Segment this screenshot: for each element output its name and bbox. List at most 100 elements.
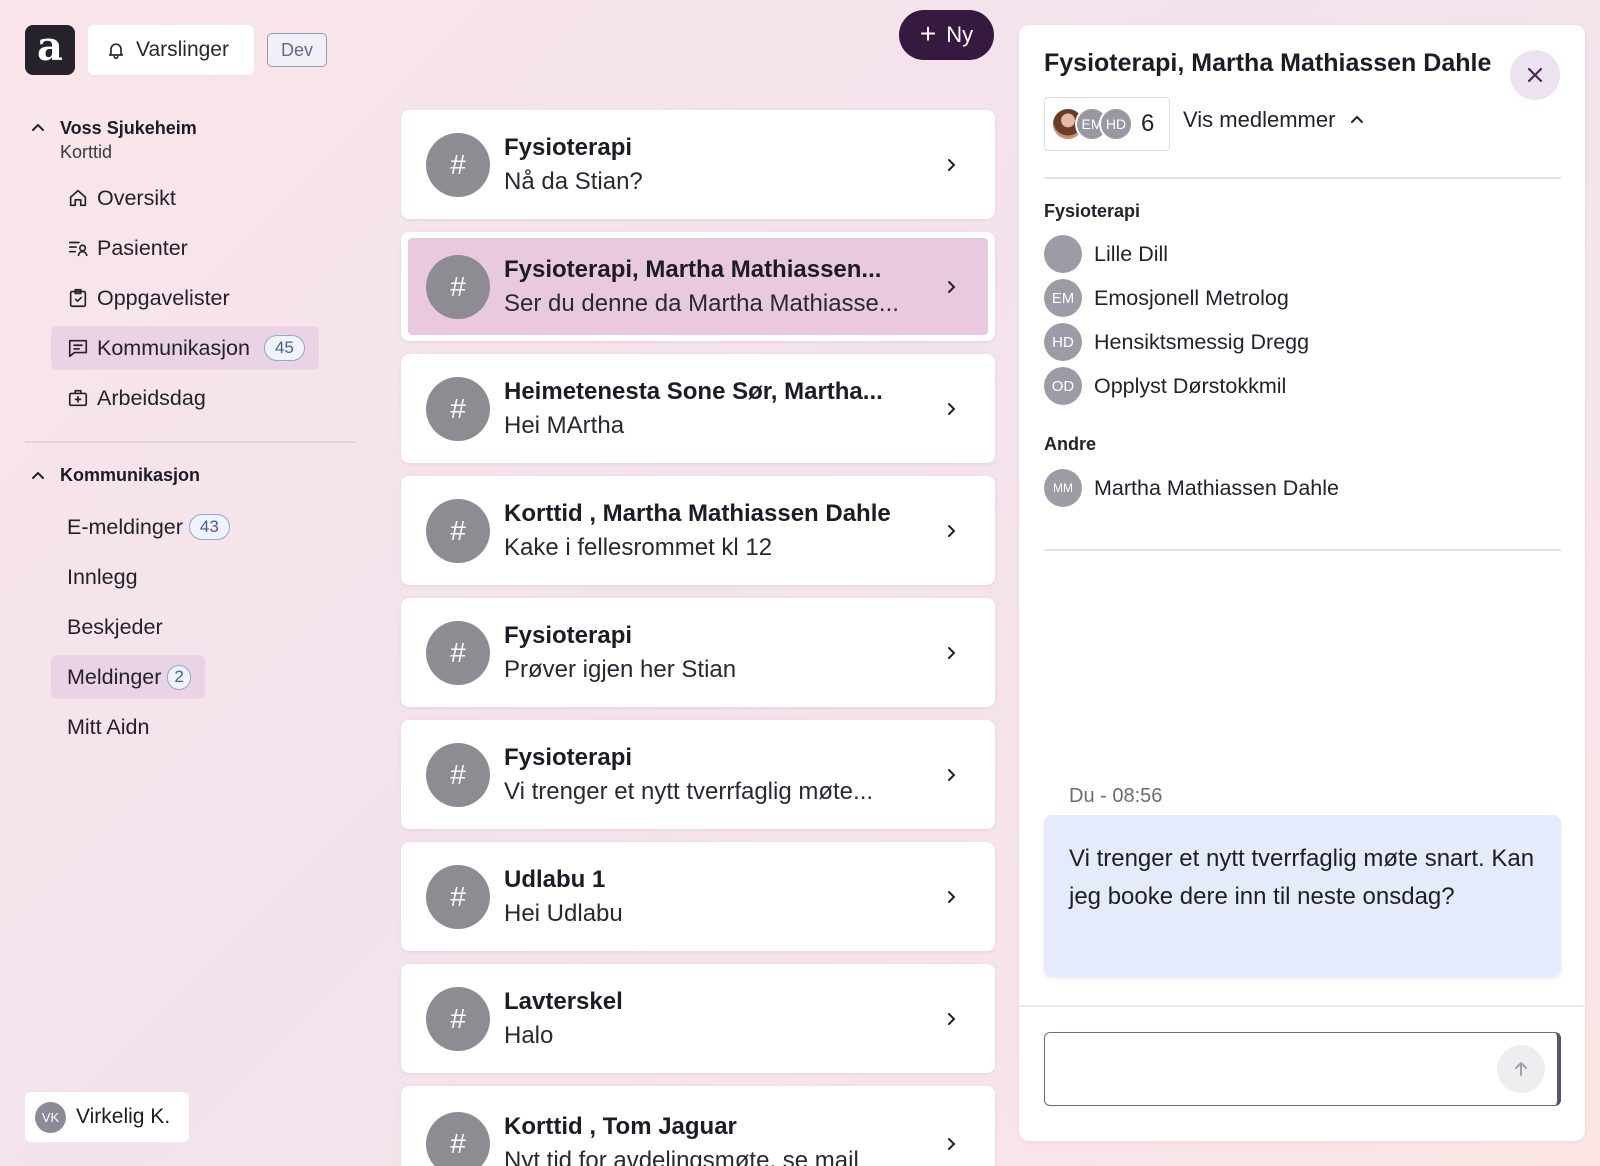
divider (1044, 549, 1561, 551)
sub-item-innlegg[interactable]: Innlegg (51, 555, 152, 599)
channel-hash-icon: # (426, 132, 490, 197)
channel-hash-icon: # (426, 254, 490, 319)
nav-item-label: Oppgavelister (97, 285, 230, 310)
nav-item-kommunikasjon[interactable]: Kommunikasjon 45 (51, 326, 319, 370)
avatar (1044, 235, 1082, 273)
member-group-label: Andre (1044, 434, 1097, 454)
avatar: HD (1044, 323, 1082, 361)
conversation-item[interactable]: # Fysioterapi Vi trenger et nytt tverrfa… (401, 720, 995, 829)
conversation-item[interactable]: # Fysioterapi Prøver igjen her Stian (401, 598, 995, 707)
send-button[interactable] (1497, 1045, 1545, 1093)
sub-item-label: Beskjeder (67, 614, 163, 639)
chevron-right-icon (948, 1012, 956, 1025)
conversation-item[interactable]: # Lavterskel Halo (401, 964, 995, 1073)
channel-hash-icon: # (426, 864, 490, 929)
avatar: OD (1044, 367, 1082, 405)
divider (1044, 177, 1561, 179)
user-menu-button[interactable]: VK Virkelig K. (25, 1092, 189, 1142)
arrow-up-icon (1515, 1062, 1527, 1076)
conversation-title: Heimetenesta Sone Sør, Martha... (504, 377, 883, 405)
close-button[interactable] (1510, 50, 1560, 100)
channel-hash-icon: # (426, 498, 490, 563)
chevron-right-icon (948, 768, 956, 781)
message-bubble: Vi trenger et nytt tverrfaglig møte snar… (1044, 815, 1561, 977)
nav-item-label: Kommunikasjon (97, 335, 250, 360)
member-row: OD Opplyst Dørstokkmil (1044, 367, 1286, 405)
org-unit: Korttid (60, 142, 113, 162)
org-name: Voss Sjukeheim (60, 118, 197, 138)
sub-item-meldinger[interactable]: Meldinger 2 (51, 655, 205, 699)
nav-item-pasienter[interactable]: Pasienter (51, 226, 202, 270)
sub-item-e-meldinger[interactable]: E-meldinger 43 (51, 505, 244, 549)
chevron-right-icon (948, 524, 956, 537)
avatar: EM (1044, 279, 1082, 317)
channel-hash-icon: # (426, 1111, 490, 1166)
conversation-title: Fysioterapi (504, 743, 633, 771)
user-name: Virkelig K. (76, 1105, 171, 1128)
sub-item-label: Innlegg (67, 564, 138, 589)
conversation-preview: Prøver igjen her Stian (504, 655, 737, 683)
member-group-label: Fysioterapi (1044, 201, 1141, 221)
member-name: Hensiktsmessig Dregg (1094, 329, 1310, 354)
chevron-up-icon (32, 471, 44, 479)
conversation-item[interactable]: # Korttid , Tom Jaguar Nyt tid for avdel… (401, 1086, 995, 1166)
member-row: EM Emosjonell Metrolog (1044, 279, 1289, 317)
new-conversation-button[interactable]: + Ny (899, 10, 994, 60)
sub-item-mitt-aidn[interactable]: Mitt Aidn (51, 705, 163, 749)
sub-item-label: Meldinger (67, 664, 162, 689)
conversation-item[interactable]: # Udlabu 1 Hei Udlabu (401, 842, 995, 951)
nav-item-label: Arbeidsdag (97, 385, 206, 410)
avatar: MM (1044, 469, 1082, 507)
environment-badge: Dev (267, 33, 327, 67)
app-logo[interactable]: a (25, 25, 75, 75)
home-icon (69, 189, 87, 207)
conversation-detail-panel: Fysioterapi, Martha Mathiassen Dahle EM … (1019, 25, 1585, 1141)
message-input[interactable] (1044, 1032, 1561, 1106)
message-icon (68, 339, 88, 358)
nav-item-arbeidsdag[interactable]: Arbeidsdag (51, 376, 220, 420)
section-title: Kommunikasjon (60, 465, 201, 485)
clipboard-check-icon (69, 288, 87, 308)
chevron-right-icon (948, 890, 956, 903)
section-header-kommunikasjon[interactable]: Kommunikasjon (30, 465, 200, 486)
nav-item-label: Oversikt (97, 185, 176, 210)
message-meta: Du - 08:56 (1069, 785, 1163, 807)
sidebar: a Varslinger Dev Voss Sjukeheim Korttid … (0, 0, 378, 1166)
chevron-up-icon (32, 123, 44, 131)
medical-bag-icon (68, 389, 88, 407)
conversation-item[interactable]: # Korttid , Martha Mathiassen Dahle Kake… (401, 476, 995, 585)
org-header[interactable]: Voss Sjukeheim Korttid (30, 116, 197, 164)
sub-item-beskjeder[interactable]: Beskjeder (51, 605, 177, 649)
conversation-preview: Ser du denne da Martha Mathiasse... (504, 289, 899, 317)
conversation-item[interactable]: # Heimetenesta Sone Sør, Martha... Hei M… (401, 354, 995, 463)
member-avatars[interactable]: EM HD 6 (1044, 97, 1170, 151)
conversation-preview: Nyt tid for avdelingsmøte, se mail (504, 1146, 859, 1166)
member-row: MM Martha Mathiassen Dahle (1044, 469, 1339, 507)
member-name: Martha Mathiassen Dahle (1094, 475, 1339, 500)
unread-count-badge: 2 (167, 664, 191, 690)
show-members-toggle[interactable]: Vis medlemmer (1183, 107, 1365, 133)
nav-item-oversikt[interactable]: Oversikt (51, 176, 190, 220)
conversation-title: Lavterskel (504, 987, 623, 1015)
conversation-preview: Halo (504, 1021, 554, 1049)
notifications-button[interactable]: Varslinger (88, 25, 254, 75)
sub-item-label: Mitt Aidn (67, 714, 150, 739)
avatar: HD (1099, 107, 1133, 141)
conversation-title: Udlabu 1 (504, 865, 606, 893)
channel-hash-icon: # (426, 986, 490, 1051)
conversation-title: Fysioterapi (504, 133, 633, 161)
conversation-item[interactable]: # Fysioterapi, Martha Mathiassen... Ser … (401, 232, 995, 341)
conversation-preview: Nå da Stian? (504, 167, 643, 195)
chevron-up-icon (1351, 115, 1364, 123)
chevron-right-icon (948, 646, 956, 659)
chevron-right-icon (948, 1137, 956, 1150)
member-name: Lille Dill (1094, 241, 1169, 266)
patient-list-icon (68, 241, 88, 257)
conversation-preview: Vi trenger et nytt tverrfaglig møte... (504, 777, 874, 805)
notifications-label: Varslinger (136, 38, 229, 61)
unread-count-badge: 45 (263, 335, 305, 361)
unread-count-badge: 43 (188, 514, 230, 540)
conversation-item[interactable]: # Fysioterapi Nå da Stian? (401, 110, 995, 219)
nav-item-oppgavelister[interactable]: Oppgavelister (51, 276, 244, 320)
chevron-right-icon (948, 402, 956, 415)
